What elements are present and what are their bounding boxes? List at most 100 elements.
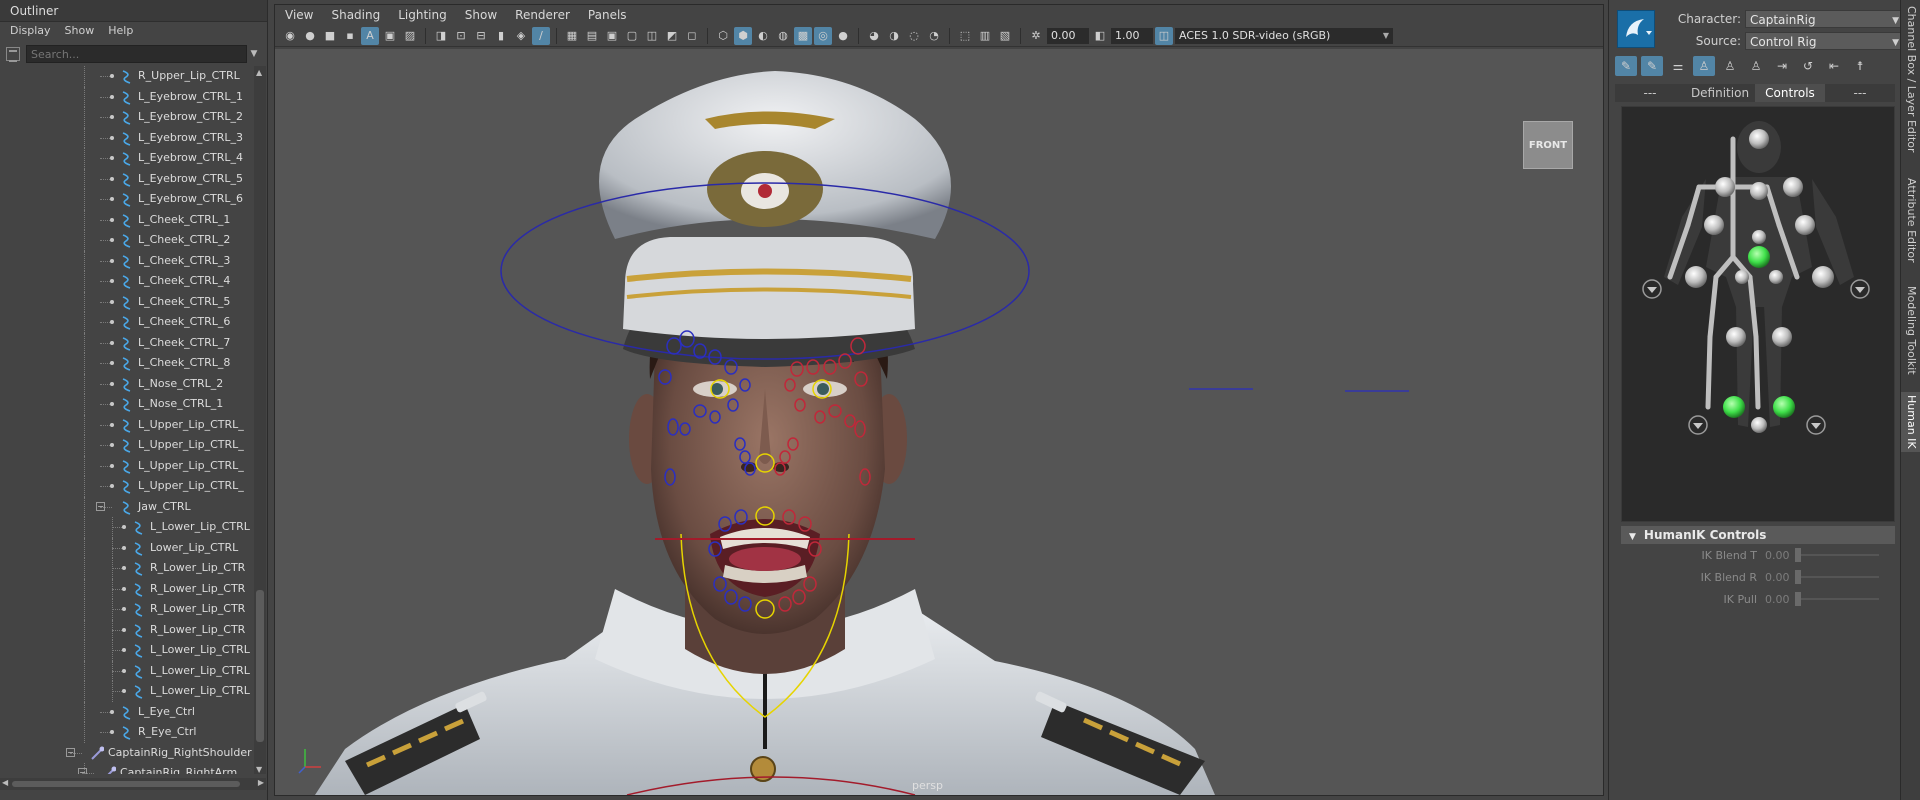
skeleton-icon[interactable]: ⚌ [1667, 56, 1689, 76]
scroll-up-icon[interactable]: ▲ [256, 68, 262, 77]
3d-scene[interactable]: FRONT persp [275, 49, 1603, 795]
outliner-row[interactable]: R_Lower_Lip_CTR [0, 619, 254, 640]
collapse-toggle-icon[interactable]: − [66, 747, 75, 757]
outliner-row[interactable]: R_Eye_Ctrl [0, 722, 254, 743]
body-part-icon[interactable]: ♙ [1719, 56, 1741, 76]
ik-pull-slider[interactable] [1795, 592, 1879, 606]
safe-title-icon[interactable]: ∕ [532, 26, 550, 45]
viewport-menu-lighting[interactable]: Lighting [398, 5, 447, 25]
textured-icon[interactable]: ▩ [794, 26, 812, 45]
viewport-menu-renderer[interactable]: Renderer [515, 5, 570, 25]
outliner-row[interactable]: R_Lower_Lip_CTR [0, 578, 254, 599]
viewport-menu-shading[interactable]: Shading [331, 5, 380, 25]
tab-attribute-editor[interactable]: Attribute Editor [1901, 170, 1920, 270]
slider-handle[interactable] [1795, 548, 1801, 562]
tab-next[interactable]: --- [1825, 84, 1895, 102]
ik-blend-t-slider[interactable] [1795, 548, 1879, 562]
field-chart-icon[interactable]: ▮ [492, 27, 510, 45]
depth-of-field-icon[interactable]: ◔ [925, 27, 943, 45]
outliner-row[interactable]: L_Cheek_CTRL_7 [0, 332, 254, 353]
wireframe-on-shaded-icon[interactable]: ◍ [774, 27, 792, 45]
shadows-icon[interactable]: ● [834, 27, 852, 45]
gamma-icon[interactable]: ◧ [1091, 27, 1109, 45]
xray-toggle-icon[interactable]: ▥ [976, 27, 994, 45]
outliner-row[interactable]: L_Lower_Lip_CTRL [0, 517, 254, 538]
search-dropdown-icon[interactable]: ▼ [247, 49, 261, 59]
select-camera-icon[interactable]: ◉ [281, 27, 299, 45]
tab-controls[interactable]: Controls [1755, 84, 1825, 102]
viewport-menu-panels[interactable]: Panels [588, 5, 627, 25]
character-select[interactable]: CaptainRig [1745, 10, 1905, 30]
tab-definition[interactable]: Definition [1685, 84, 1755, 102]
hscrollbar-thumb[interactable] [12, 781, 240, 787]
humanik-figure-view[interactable] [1621, 106, 1895, 522]
outliner-row[interactable]: L_Lower_Lip_CTRL [0, 681, 254, 702]
edit-custom-rig-icon[interactable]: ✎ [1641, 56, 1663, 76]
xray-active-icon[interactable]: ◩ [663, 27, 681, 45]
release-pin-icon[interactable]: ⇤ [1823, 56, 1845, 76]
backface-icon[interactable]: ◻ [683, 27, 701, 45]
gate-mask-icon[interactable]: ⊟ [472, 27, 490, 45]
screen-space-ao-icon[interactable]: ◕ [865, 27, 883, 45]
outliner-row[interactable]: L_Eyebrow_CTRL_1 [0, 86, 254, 107]
selection-icon[interactable]: ♙ [1745, 56, 1767, 76]
stance-pose-icon[interactable]: ☨ [1849, 56, 1871, 76]
xray-icon[interactable]: ▢ [623, 27, 641, 45]
grease-pencil-icon[interactable]: ▨ [401, 27, 419, 45]
viewport-menu-show[interactable]: Show [465, 5, 497, 25]
view-cube[interactable]: FRONT [1523, 121, 1573, 169]
ik-blend-r-value[interactable]: 0.00 [1765, 571, 1795, 584]
resolution-gate-icon[interactable]: ⊡ [452, 27, 470, 45]
outliner-row[interactable]: L_Eye_Ctrl [0, 701, 254, 722]
outliner-row[interactable]: L_Cheek_CTRL_2 [0, 230, 254, 251]
outliner-row[interactable]: Lower_Lip_CTRL [0, 537, 254, 558]
outliner-row[interactable]: − CaptainRig_RightArm [0, 763, 254, 774]
outliner-row[interactable]: L_Upper_Lip_CTRL_ [0, 435, 254, 456]
color-space-select[interactable]: ACES 1.0 SDR-video (sRGB) [1175, 27, 1393, 44]
default-material-icon[interactable]: ◐ [754, 27, 772, 45]
exposure-icon[interactable]: ✲ [1027, 27, 1045, 45]
tab-human-ik[interactable]: Human IK [1901, 392, 1920, 452]
outliner-row[interactable]: R_Lower_Lip_CTR [0, 558, 254, 579]
outliner-row[interactable]: L_Eyebrow_CTRL_4 [0, 148, 254, 169]
scroll-left-icon[interactable]: ◀ [2, 778, 8, 787]
two-d-pan-zoom-icon[interactable]: ▣ [381, 27, 399, 45]
outliner-horizontal-scrollbar[interactable]: ◀ ▶ [0, 778, 266, 790]
outliner-menu-help[interactable]: Help [108, 22, 133, 40]
image-plane-icon[interactable]: A [361, 26, 379, 45]
wireframe-icon[interactable]: ⬡ [714, 27, 732, 45]
outliner-row[interactable]: L_Cheek_CTRL_6 [0, 312, 254, 333]
humanik-controls-section[interactable]: ▼ HumanIK Controls [1621, 526, 1895, 544]
pin-rotate-icon[interactable]: ↺ [1797, 56, 1819, 76]
ik-blend-r-slider[interactable] [1795, 570, 1879, 584]
outliner-menu-show[interactable]: Show [65, 22, 95, 40]
smooth-shade-icon[interactable]: ⬢ [734, 26, 752, 45]
humanik-logo-icon[interactable] [1617, 10, 1655, 48]
hud-icon[interactable]: ▤ [583, 27, 601, 45]
outliner-row[interactable]: R_Upper_Lip_CTRL [0, 66, 254, 87]
xray-joints-icon[interactable]: ◫ [643, 27, 661, 45]
slider-handle[interactable] [1795, 592, 1801, 606]
ik-pull-value[interactable]: 0.00 [1765, 593, 1795, 606]
outliner-row[interactable]: L_Cheek_CTRL_5 [0, 291, 254, 312]
full-body-icon[interactable]: ♙ [1693, 56, 1715, 76]
viewport-menu-view[interactable]: View [285, 5, 313, 25]
source-select[interactable]: Control Rig [1745, 32, 1905, 52]
outliner-row[interactable]: L_Upper_Lip_CTRL_ [0, 455, 254, 476]
outliner-row[interactable]: L_Cheek_CTRL_4 [0, 271, 254, 292]
outliner-row[interactable]: L_Lower_Lip_CTRL [0, 640, 254, 661]
exposure-field[interactable]: 0.00 [1047, 27, 1089, 44]
outliner-row[interactable]: L_Eyebrow_CTRL_3 [0, 127, 254, 148]
tab-modeling-toolkit[interactable]: Modeling Toolkit [1901, 280, 1920, 380]
outliner-row[interactable]: − Jaw_CTRL [0, 496, 254, 517]
ik-blend-t-value[interactable]: 0.00 [1765, 549, 1795, 562]
multisample-icon[interactable]: ◌ [905, 27, 923, 45]
outliner-row[interactable]: L_Lower_Lip_CTRL [0, 660, 254, 681]
bookmark-icon[interactable]: ▪ [341, 27, 359, 45]
lock-camera-icon[interactable]: ● [301, 27, 319, 45]
scrollbar-thumb[interactable] [256, 590, 264, 742]
scroll-down-icon[interactable]: ▼ [256, 765, 262, 774]
scroll-right-icon[interactable]: ▶ [258, 778, 264, 787]
outliner-row[interactable]: L_Cheek_CTRL_1 [0, 209, 254, 230]
outliner-row[interactable]: L_Upper_Lip_CTRL_ [0, 476, 254, 497]
